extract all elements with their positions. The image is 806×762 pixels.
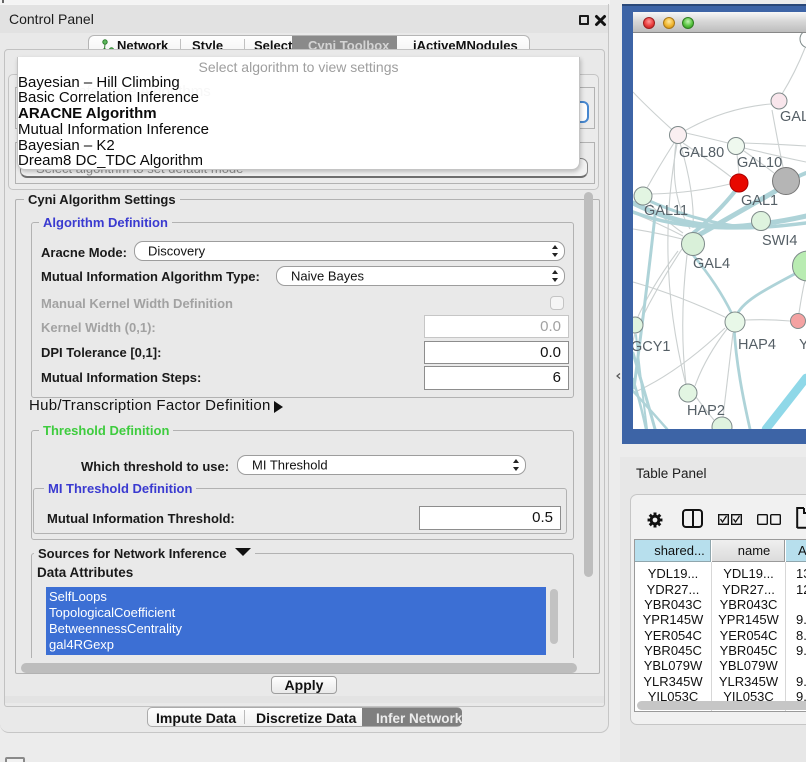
svg-text:GCY1: GCY1 xyxy=(633,339,671,355)
svg-text:HAP2: HAP2 xyxy=(687,403,725,419)
svg-text:GAL80: GAL80 xyxy=(679,145,724,161)
svg-text:SWI4: SWI4 xyxy=(762,233,797,249)
svg-text:GAL10: GAL10 xyxy=(737,155,782,171)
svg-text:GAL1: GAL1 xyxy=(741,193,778,209)
svg-text:GAL11: GAL11 xyxy=(644,203,688,219)
svg-text:HAP4: HAP4 xyxy=(738,337,776,353)
svg-text:Y: Y xyxy=(799,337,806,353)
svg-text:GAL4: GAL4 xyxy=(693,256,730,272)
svg-text:GAL: GAL xyxy=(780,109,806,125)
